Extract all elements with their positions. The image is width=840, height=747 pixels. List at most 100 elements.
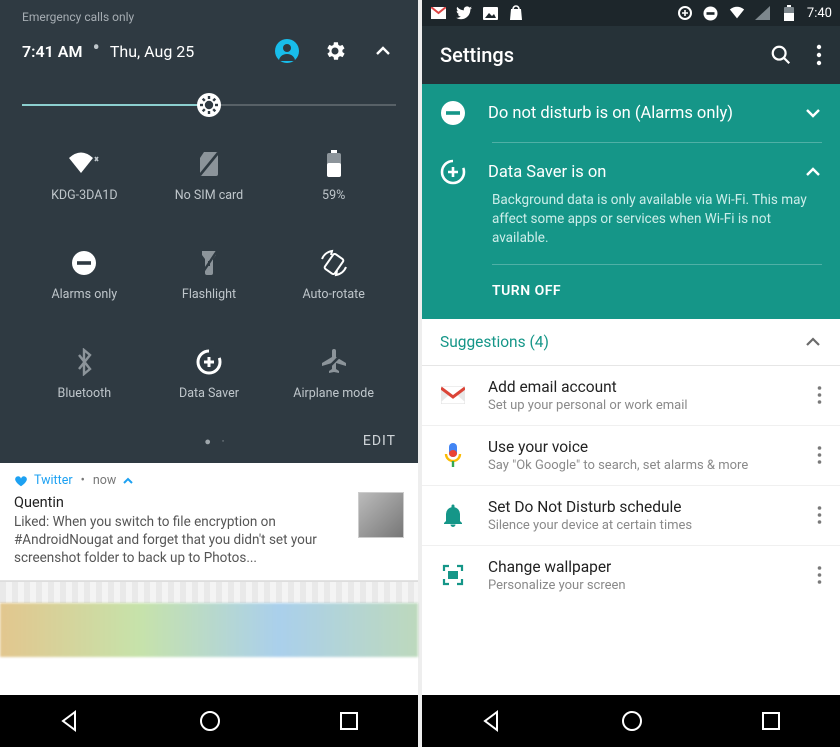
store-status-icon [508,5,524,21]
datasaver-icon [195,348,223,376]
user-icon[interactable] [274,38,300,64]
chevron-up-icon[interactable] [370,38,396,64]
tile-dnd-label: Alarms only [51,287,117,302]
bell-icon [440,503,466,527]
tile-bluetooth-label: Bluetooth [58,386,112,401]
suggestion-wallpaper[interactable]: Change wallpaper Personalize your screen [422,546,840,605]
tile-airplane[interactable]: Airplane mode [271,348,396,401]
tiles-grid: KDG-3DA1D No SIM card 59% [22,144,396,429]
tile-sim-label: No SIM card [175,188,244,203]
more-icon[interactable] [817,446,822,464]
notification-header: Twitter • now [14,473,404,488]
datasaver-card-label: Data Saver is on [488,163,782,182]
brightness-icon[interactable] [196,92,222,118]
notification-card[interactable]: Twitter • now Quentin Liked: When you sw… [0,463,418,581]
tile-datasaver[interactable]: Data Saver [147,348,272,401]
suggestion-title: Add email account [488,378,795,396]
status-time: 7:40 [807,6,832,21]
recents-icon[interactable] [337,709,361,733]
notification-shadow [0,581,418,603]
more-icon[interactable] [817,386,822,404]
avatar [358,492,404,538]
wifi-icon [67,150,101,178]
home-icon[interactable] [197,708,223,734]
more-icon[interactable] [817,506,822,524]
recents-icon[interactable] [759,709,783,733]
more-icon[interactable] [816,44,822,66]
tile-sim[interactable]: No SIM card [147,150,272,203]
search-icon[interactable] [770,44,792,66]
chevron-up-icon[interactable] [122,475,134,487]
wifi-status-icon [729,5,745,21]
no-sim-icon [198,150,220,178]
chevron-up-icon[interactable] [804,163,822,181]
chevron-up-icon[interactable] [804,333,822,351]
settings-appbar: Settings [422,26,840,84]
suggestion-sub: Set up your personal or work email [488,398,795,413]
tile-wifi[interactable]: KDG-3DA1D [22,150,147,203]
gmail-icon [440,386,466,404]
tile-bluetooth[interactable]: Bluetooth [22,348,147,401]
wallpaper-icon [440,563,466,587]
minus-circle-icon [440,100,466,126]
nav-bar-right [422,695,840,747]
tile-airplane-label: Airplane mode [293,386,374,401]
back-icon[interactable] [57,708,83,734]
settings-alerts: Do not disturb is on (Alarms only) Data … [422,84,840,319]
suggestion-title: Set Do Not Disturb schedule [488,498,795,516]
datasaver-status-icon [677,5,693,21]
suggestion-title: Use your voice [488,438,795,456]
settings-title: Settings [440,43,514,67]
flashlight-icon [200,249,218,277]
phone-right: 7:40 Settings Do not disturb is on (Alar… [422,0,840,747]
tile-flashlight[interactable]: Flashlight [147,249,272,302]
tile-flashlight-label: Flashlight [182,287,236,302]
battery-icon [326,150,342,178]
datasaver-card-desc: Background data is only available via Wi… [422,191,840,254]
tile-wifi-label: KDG-3DA1D [51,188,118,203]
suggestion-voice[interactable]: Use your voice Say "Ok Google" to search… [422,426,840,486]
edit-button[interactable]: EDIT [363,433,396,449]
signal-status-icon [755,5,771,21]
status-bar-right: 7:40 [422,0,840,26]
quick-settings-panel: Emergency calls only 7:41 AM • Thu, Aug … [0,0,418,463]
gear-icon[interactable] [322,38,348,64]
dnd-status-icon [703,5,719,21]
suggestion-email[interactable]: Add email account Set up your personal o… [422,366,840,426]
tile-battery-label: 59% [322,188,345,203]
turn-off-button[interactable]: TURN OFF [422,265,840,319]
more-icon[interactable] [817,566,822,584]
suggestion-sub: Silence your device at certain times [488,518,795,533]
tile-battery[interactable]: 59% [271,150,396,203]
clock-row: 7:41 AM • Thu, Aug 25 [22,28,396,78]
bluetooth-icon [75,348,93,376]
nav-bar-left [0,695,418,747]
tile-dnd[interactable]: Alarms only [22,249,147,302]
suggestions-header[interactable]: Suggestions (4) [422,319,840,366]
suggestion-sub: Say "Ok Google" to search, set alarms & … [488,458,795,473]
home-background-blur [0,603,418,657]
datasaver-card[interactable]: Data Saver is on [422,143,840,191]
suggestion-dnd[interactable]: Set Do Not Disturb schedule Silence your… [422,486,840,546]
suggestion-sub: Personalize your screen [488,578,795,593]
dnd-card[interactable]: Do not disturb is on (Alarms only) [422,84,840,142]
chevron-down-icon[interactable] [804,104,822,122]
dnd-card-label: Do not disturb is on (Alarms only) [488,104,782,123]
notification-time: now [93,473,116,488]
tile-rotate-label: Auto-rotate [302,287,364,302]
suggestions-label: Suggestions (4) [440,333,549,351]
emergency-text: Emergency calls only [22,0,396,28]
notification-body: Liked: When you switch to file encryptio… [14,513,348,568]
home-icon[interactable] [619,708,645,734]
date-label: Thu, Aug 25 [110,42,194,61]
pager-dots[interactable]: ● · [70,435,363,448]
airplane-icon [320,348,348,376]
phone-left: Emergency calls only 7:41 AM • Thu, Aug … [0,0,418,747]
back-icon[interactable] [479,708,505,734]
tile-rotate[interactable]: Auto-rotate [271,249,396,302]
heart-icon [14,474,28,488]
dnd-icon [71,249,97,277]
pager-row: ● · EDIT [22,429,396,463]
brightness-slider[interactable] [22,92,396,118]
twitter-status-icon [456,5,472,21]
